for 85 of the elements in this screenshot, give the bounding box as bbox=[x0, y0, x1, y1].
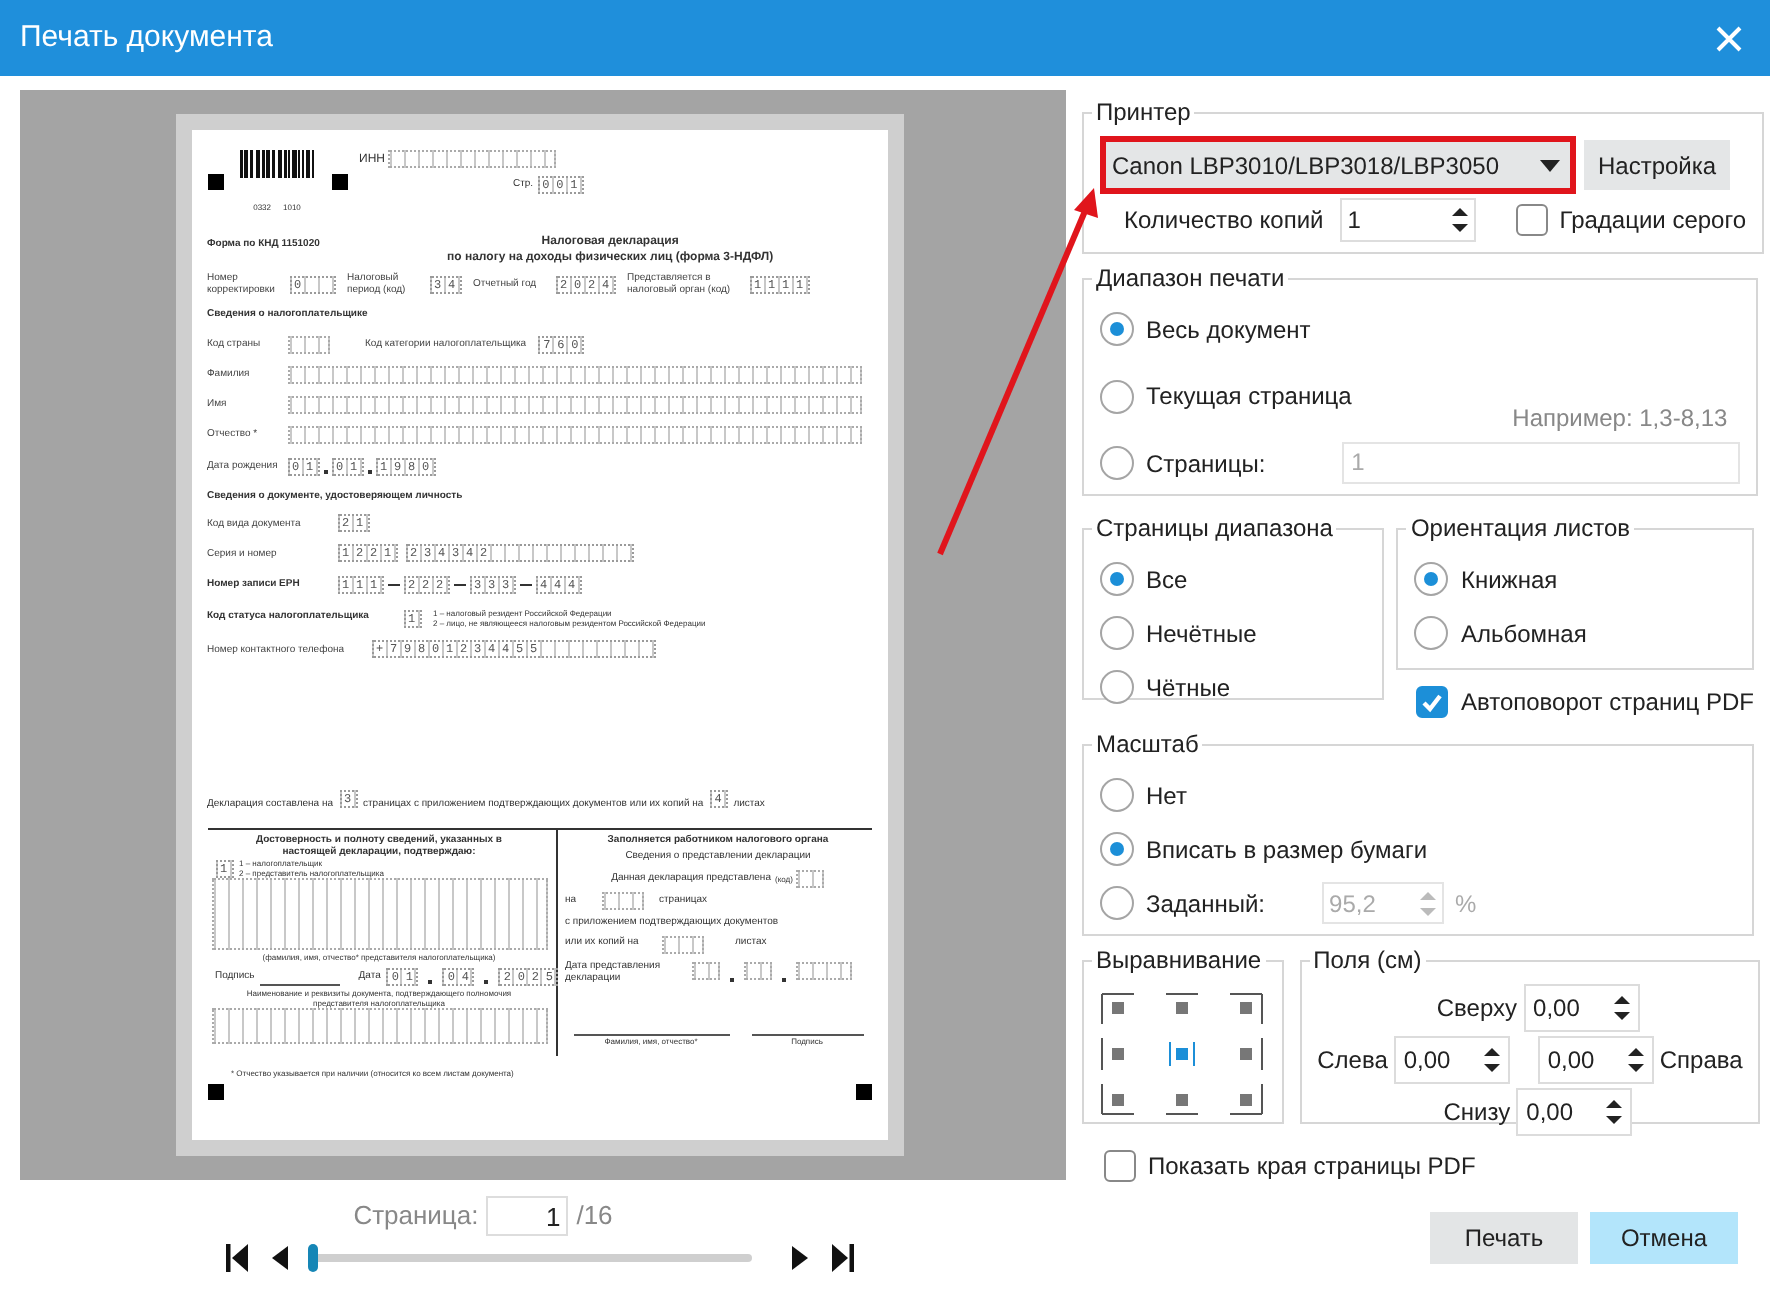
spin-arrows-icon[interactable] bbox=[1606, 1098, 1623, 1126]
next-page-icon[interactable] bbox=[792, 1246, 810, 1270]
radio-button[interactable] bbox=[1414, 616, 1449, 650]
printer-dropdown[interactable]: Canon LBP3010/LBP3018/LBP3050 bbox=[1106, 142, 1570, 188]
number-field[interactable]: 0,00 bbox=[1537, 1036, 1654, 1084]
alignment-option[interactable] bbox=[1164, 1038, 1201, 1070]
alignment-option[interactable] bbox=[1100, 992, 1136, 1024]
group-title: Страницы диапазона bbox=[1096, 514, 1333, 542]
window-title: Печать документа bbox=[20, 17, 273, 58]
registration-mark bbox=[207, 174, 223, 190]
form-cells bbox=[661, 935, 703, 953]
radio-label: Заданный: bbox=[1146, 887, 1266, 921]
checkbox-label: Автоповорот страниц PDF bbox=[1460, 686, 1754, 720]
spin-arrows-icon[interactable] bbox=[1483, 1046, 1500, 1074]
page-field[interactable]: 1 bbox=[486, 1196, 569, 1236]
radio-label: Нечётные bbox=[1146, 617, 1257, 651]
caret-icon bbox=[1540, 159, 1560, 171]
number-field[interactable]: 0,00 bbox=[1516, 1088, 1633, 1136]
radio-label: Текущая страница bbox=[1146, 380, 1352, 414]
alignment-option[interactable] bbox=[1228, 1084, 1265, 1116]
spin-arrows-icon[interactable] bbox=[1451, 206, 1468, 234]
copies-field[interactable]: 1 bbox=[1339, 198, 1476, 242]
dialog-button[interactable]: Отмена bbox=[1590, 1212, 1738, 1264]
radio-label: Альбомная bbox=[1460, 617, 1587, 651]
barcode-icon bbox=[239, 150, 315, 178]
margin-label: Справа bbox=[1659, 1044, 1743, 1078]
group-title: Поля (см) bbox=[1313, 946, 1422, 974]
number-field[interactable]: 0,00 bbox=[1523, 984, 1640, 1032]
unit-label: % bbox=[1455, 887, 1477, 921]
radio-button[interactable] bbox=[1100, 562, 1134, 596]
margin-label: Сверху bbox=[1436, 992, 1518, 1026]
number-field[interactable]: 0,00 bbox=[1393, 1036, 1510, 1084]
radio-button[interactable] bbox=[1100, 616, 1134, 650]
group-title: Диапазон печати bbox=[1096, 264, 1285, 292]
margin-label: Снизу bbox=[1443, 1096, 1511, 1130]
radio-label: Все bbox=[1146, 563, 1188, 597]
slider-thumb[interactable] bbox=[308, 1244, 318, 1272]
radio-button[interactable] bbox=[1100, 379, 1134, 413]
radio-button[interactable] bbox=[1100, 446, 1134, 480]
checkbox[interactable] bbox=[1515, 204, 1548, 236]
group-title: Выравнивание bbox=[1096, 946, 1262, 974]
close-icon[interactable] bbox=[1716, 25, 1742, 51]
dialog-button[interactable]: Печать bbox=[1430, 1212, 1578, 1264]
hint-text: Например: 1,3-8,13 bbox=[1512, 402, 1728, 436]
radio-button[interactable] bbox=[1100, 886, 1134, 920]
checkbox-label: Градации серого bbox=[1559, 204, 1747, 238]
registration-mark bbox=[331, 174, 347, 190]
margin-label: Слева bbox=[1317, 1044, 1388, 1078]
radio-button[interactable] bbox=[1100, 778, 1134, 812]
last-page-icon[interactable] bbox=[830, 1244, 854, 1272]
group-title: Принтер bbox=[1096, 98, 1191, 126]
setup-button[interactable]: Настройка bbox=[1584, 140, 1731, 190]
copies-label: Количество копий bbox=[1124, 204, 1324, 238]
group-title: Масштаб bbox=[1096, 730, 1199, 758]
radio-label: Вписать в размер бумаги bbox=[1146, 833, 1428, 867]
radio-label: Страницы: bbox=[1146, 447, 1266, 481]
first-page-icon[interactable] bbox=[226, 1244, 250, 1272]
registration-mark bbox=[855, 1084, 871, 1100]
radio-label: Весь документ bbox=[1146, 313, 1311, 347]
radio-button[interactable] bbox=[1100, 312, 1134, 346]
radio-label: Нет bbox=[1146, 779, 1187, 813]
radio-button[interactable] bbox=[1100, 670, 1134, 704]
radio-button[interactable] bbox=[1100, 832, 1134, 866]
form-cells bbox=[691, 962, 719, 980]
form-cells bbox=[795, 962, 851, 980]
form-cells bbox=[743, 962, 771, 980]
registration-mark bbox=[207, 1084, 223, 1100]
form-cells bbox=[287, 335, 329, 353]
page-slider[interactable] bbox=[308, 1244, 752, 1272]
checkbox[interactable] bbox=[1104, 1150, 1136, 1182]
page-total: /16 bbox=[576, 1198, 613, 1235]
spin-arrows-icon[interactable] bbox=[1627, 1046, 1644, 1074]
checkbox[interactable] bbox=[1416, 686, 1449, 718]
previous-page-icon[interactable] bbox=[270, 1246, 288, 1270]
page-label: Страница: bbox=[353, 1198, 479, 1235]
checkbox-label: Показать края страницы PDF bbox=[1148, 1150, 1476, 1184]
alignment-option[interactable] bbox=[1228, 992, 1265, 1024]
spin-arrows-icon[interactable] bbox=[1613, 994, 1630, 1022]
radio-button[interactable] bbox=[1414, 562, 1449, 596]
form-cells bbox=[796, 870, 825, 888]
radio-label: Книжная bbox=[1460, 563, 1558, 597]
form-cells bbox=[601, 892, 643, 910]
alignment-option[interactable] bbox=[1100, 1084, 1136, 1116]
group-title: Ориентация листов bbox=[1410, 514, 1631, 542]
radio-label: Чётные bbox=[1146, 671, 1231, 705]
